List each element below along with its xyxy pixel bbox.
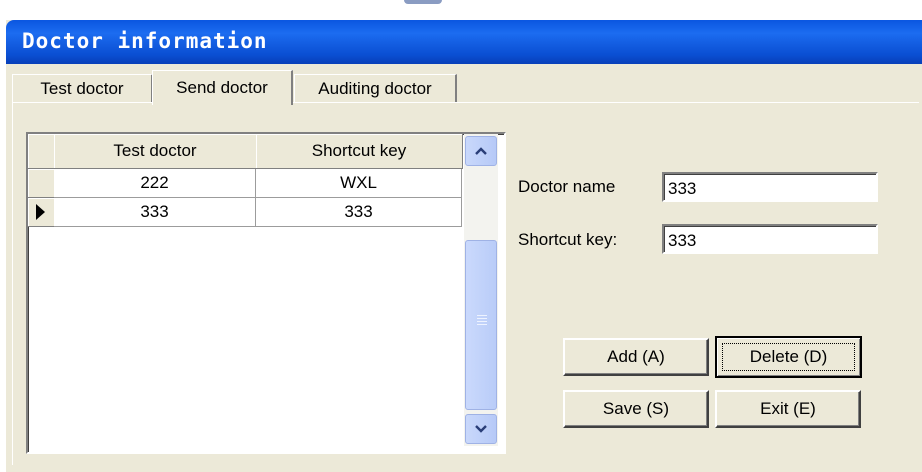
scroll-up-button[interactable] [465,136,497,166]
doctor-name-field[interactable]: 333 [662,172,878,202]
table-cell-doctor[interactable]: 222 [54,169,256,198]
add-button-label: Add (A) [607,347,665,366]
scroll-thumb[interactable] [465,240,497,410]
exit-button-label: Exit (E) [760,399,816,418]
chevron-up-icon [475,147,487,155]
shortcut-key-label: Shortcut key: [518,230,618,249]
grip-line [477,318,487,319]
chevron-down-icon [475,425,487,433]
table-cell-shortcut[interactable]: WXL [256,169,462,198]
vertical-scrollbar[interactable] [464,134,498,446]
save-button-label: Save (S) [602,399,670,418]
doctor-name-label: Doctor name [518,177,616,196]
screen-edge-decoration [404,0,442,4]
grip-line [477,315,487,316]
grip-line [477,321,487,322]
grid-corner-header [28,134,55,169]
row-indicator-current[interactable] [28,198,55,227]
focus-ring [722,343,855,371]
add-button[interactable]: Add (A) [563,338,709,376]
column-header-test-doctor[interactable]: Test doctor [54,134,257,169]
tab-send-doctor[interactable]: Send doctor [152,70,293,105]
tab-auditing-doctor[interactable]: Auditing doctor [294,74,457,103]
row-indicator[interactable] [28,169,55,198]
table-cell-doctor[interactable]: 333 [54,198,256,227]
exit-button[interactable]: Exit (E) [715,390,861,428]
current-row-pointer-icon [36,204,45,220]
window-title: Doctor information [22,29,268,53]
doctor-grid[interactable]: Test doctor Shortcut key 222 WXL 333 333 [26,132,506,454]
background-strip [0,0,922,20]
tab-test-doctor[interactable]: Test doctor [12,74,153,103]
table-cell-shortcut[interactable]: 333 [256,198,462,227]
column-header-shortcut-key[interactable]: Shortcut key [256,134,463,169]
shortcut-key-field[interactable]: 333 [662,224,878,254]
save-button[interactable]: Save (S) [563,390,709,428]
delete-button[interactable]: Delete (D) [715,336,862,378]
scroll-down-button[interactable] [465,414,497,444]
title-bar[interactable]: Doctor information [6,20,922,64]
grip-line [477,324,487,325]
